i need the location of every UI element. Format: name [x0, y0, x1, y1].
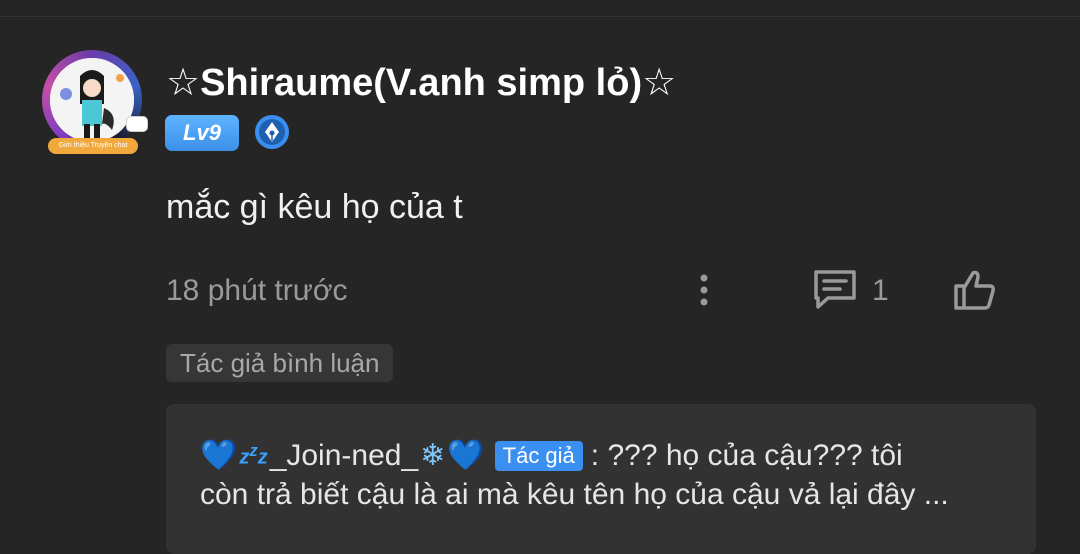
avatar[interactable]: Giới thiệu Truyện chat — [36, 42, 150, 160]
author-comment-tag: Tác giả bình luận — [166, 344, 394, 382]
author-role-badge: Tác giả — [494, 440, 583, 471]
comment-icon — [810, 266, 860, 314]
pen-nib-icon — [254, 114, 290, 150]
reply-count: 1 — [872, 274, 889, 307]
snowflake-icon: ❄ — [420, 439, 446, 472]
avatar-image — [50, 58, 134, 142]
blue-heart-icon: 💙 — [447, 439, 485, 472]
reply-button[interactable]: 1 — [810, 266, 900, 314]
reply-preview[interactable]: 💙 zzz _Join-ned_ ❄ 💙 Tác giả : ??? họ củ… — [166, 404, 1036, 554]
comment-text: mắc gì kêu họ của t — [166, 188, 463, 226]
zzz-icon: zzz — [239, 441, 268, 469]
avatar-badge: Giới thiệu Truyện chat — [48, 138, 138, 154]
reply-username[interactable]: _Join-ned_ — [270, 439, 418, 473]
thumbs-up-icon — [954, 270, 995, 310]
reply-text-line2: còn trả biết cậu là ai mà kêu tên họ của… — [200, 478, 949, 511]
blue-heart-icon: 💙 — [200, 439, 238, 472]
reply-text-line1: : ??? họ của cậu??? tôi — [590, 438, 903, 472]
chat-bubble-icon — [126, 116, 148, 132]
like-button[interactable] — [950, 266, 1000, 314]
level-badge: Lv9 — [165, 115, 239, 151]
comment-username[interactable]: ☆Shiraume(V.anh simp lỏ)☆ — [166, 60, 676, 105]
more-vertical-icon — [700, 274, 708, 306]
more-options-button[interactable] — [690, 270, 718, 310]
top-divider — [0, 16, 1080, 17]
comment-timestamp: 18 phút trước — [166, 274, 348, 307]
reply-preview-line1: 💙 zzz _Join-ned_ ❄ 💙 Tác giả : ??? họ củ… — [200, 438, 903, 473]
